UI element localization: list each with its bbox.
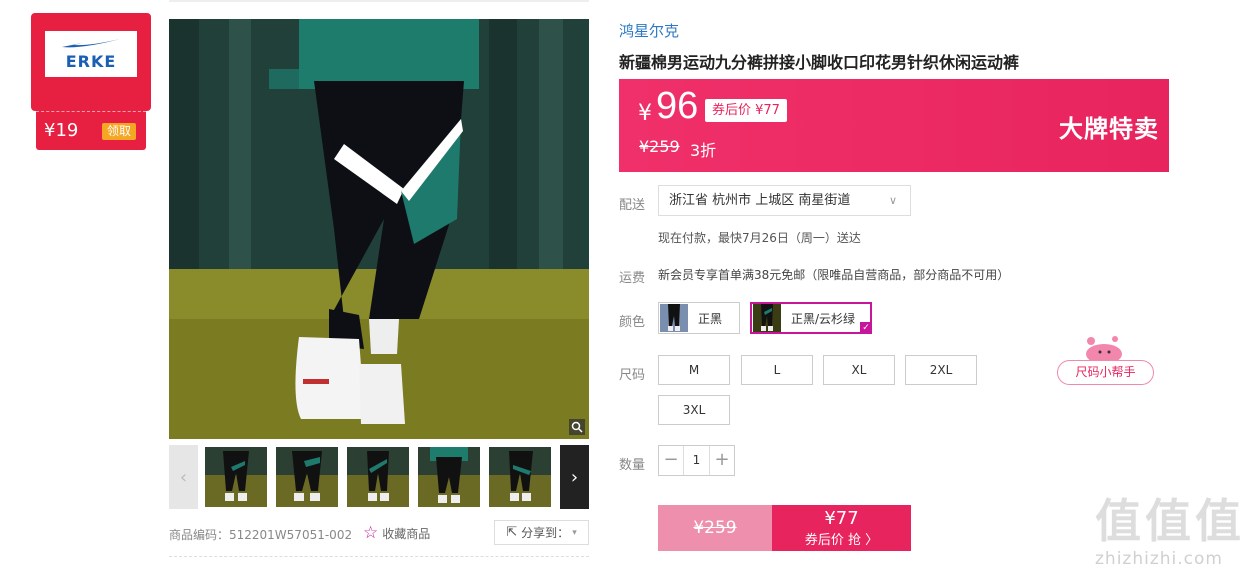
quantity-stepper: − 1 + bbox=[658, 445, 735, 476]
address-select[interactable]: 浙江省 杭州市 上城区 南星街道 ∨ bbox=[658, 185, 911, 216]
caret-down-icon: ▾ bbox=[572, 527, 577, 538]
size-option-m[interactable]: M bbox=[658, 355, 730, 385]
after-coupon-price: 券后价 ¥77 bbox=[705, 99, 787, 122]
store-coupon[interactable]: ¥19 领取 bbox=[36, 111, 146, 150]
top-divider bbox=[169, 0, 589, 2]
quantity-label: 数量 bbox=[619, 458, 646, 473]
thumbnail[interactable] bbox=[205, 447, 267, 507]
currency-symbol: ¥ bbox=[638, 101, 652, 126]
plus-button[interactable]: + bbox=[710, 446, 734, 475]
size-option-3xl[interactable]: 3XL bbox=[658, 395, 730, 425]
thumbnail-strip: ‹ › bbox=[169, 445, 589, 509]
chevron-left-icon[interactable]: ‹ bbox=[169, 445, 198, 509]
buy-with-coupon-button[interactable]: ¥77 券后价 抢 〉 bbox=[772, 505, 911, 551]
delivery-note: 现在付款，最快7月26日（周一）送达 bbox=[658, 231, 861, 245]
color-option-label: 正黑 bbox=[698, 311, 723, 326]
size-helper[interactable]: 尺码小帮手 bbox=[1057, 334, 1154, 386]
color-option-selected[interactable]: 正黑/云杉绿 ✓ bbox=[750, 302, 872, 334]
discount-rate: 3折 bbox=[690, 141, 717, 160]
brand-logo: ERKE bbox=[45, 31, 137, 77]
product-title: 新疆棉男运动九分裤拼接小脚收口印花男针织休闲运动裤 bbox=[619, 53, 1020, 72]
size-label: 尺码 bbox=[619, 368, 646, 383]
color-option[interactable]: 正黑 bbox=[658, 302, 740, 334]
watermark: 值值值 zhizhizhi.com bbox=[1095, 495, 1245, 569]
size-option-l[interactable]: L bbox=[741, 355, 813, 385]
shipping-text: 新会员专享首单满38元免邮（限唯品自营商品，部分商品不可用） bbox=[658, 268, 1010, 282]
thumbnail[interactable] bbox=[489, 447, 551, 507]
star-icon: ☆ bbox=[363, 523, 379, 543]
chevron-down-icon: ∨ bbox=[888, 194, 897, 207]
favorite-label: 收藏商品 bbox=[382, 526, 431, 541]
mascot-icon bbox=[1086, 336, 1122, 362]
color-swatch bbox=[753, 304, 781, 332]
claim-coupon-button[interactable]: 领取 bbox=[102, 123, 136, 140]
main-product-photo[interactable] bbox=[169, 19, 589, 439]
color-swatch bbox=[660, 304, 688, 332]
zoom-icon[interactable] bbox=[569, 419, 585, 435]
watermark-url: zhizhizhi.com bbox=[1095, 549, 1223, 569]
favorite-button[interactable]: ☆ 收藏商品 bbox=[363, 523, 430, 543]
coupon-price: ¥19 bbox=[44, 120, 79, 141]
delivery-label: 配送 bbox=[619, 198, 646, 213]
quantity-input[interactable]: 1 bbox=[683, 446, 710, 475]
gallery-meta-row: 商品编码：512201W57051-002 ☆ 收藏商品 ⇱ 分享到： ▾ bbox=[169, 520, 589, 546]
watermark-mark: 值值值 bbox=[1095, 494, 1245, 548]
share-label: 分享到： bbox=[521, 526, 570, 540]
price-banner: ¥ 96 券后价 ¥77 ¥259 3折 大牌特卖 bbox=[619, 79, 1169, 172]
color-label: 颜色 bbox=[619, 315, 646, 330]
current-price: 96 bbox=[656, 85, 699, 127]
share-button[interactable]: ⇱ 分享到： ▾ bbox=[494, 520, 589, 545]
check-icon: ✓ bbox=[860, 322, 872, 334]
original-price-button[interactable]: ¥259 bbox=[658, 505, 772, 551]
original-price: ¥259 bbox=[639, 137, 680, 156]
size-helper-button[interactable]: 尺码小帮手 bbox=[1057, 360, 1154, 385]
shipping-label: 运费 bbox=[619, 271, 646, 286]
product-photo-image bbox=[169, 19, 589, 439]
gallery-divider bbox=[169, 556, 589, 557]
size-option-2xl[interactable]: 2XL bbox=[905, 355, 977, 385]
buy-coupon-price: ¥77 bbox=[824, 508, 859, 529]
brand-badge[interactable]: ERKE bbox=[31, 13, 151, 111]
share-icon: ⇱ bbox=[506, 525, 518, 540]
thumbnail[interactable] bbox=[347, 447, 409, 507]
buy-coupon-label: 券后价 抢 〉 bbox=[804, 533, 879, 548]
size-option-xl[interactable]: XL bbox=[823, 355, 895, 385]
thumbnail[interactable] bbox=[418, 447, 480, 507]
thumbnail[interactable] bbox=[276, 447, 338, 507]
promo-label: 大牌特卖 bbox=[1059, 115, 1159, 143]
brand-logo-text: ERKE bbox=[65, 52, 117, 71]
minus-button[interactable]: − bbox=[659, 446, 683, 475]
chevron-right-icon[interactable]: › bbox=[560, 445, 589, 509]
brand-link[interactable]: 鸿星尔克 bbox=[619, 20, 679, 41]
sku-code: 商品编码：512201W57051-002 bbox=[169, 528, 353, 542]
address-value: 浙江省 杭州市 上城区 南星街道 bbox=[669, 193, 851, 208]
color-option-label: 正黑/云杉绿 bbox=[791, 311, 856, 326]
swoosh-icon bbox=[62, 39, 120, 48]
